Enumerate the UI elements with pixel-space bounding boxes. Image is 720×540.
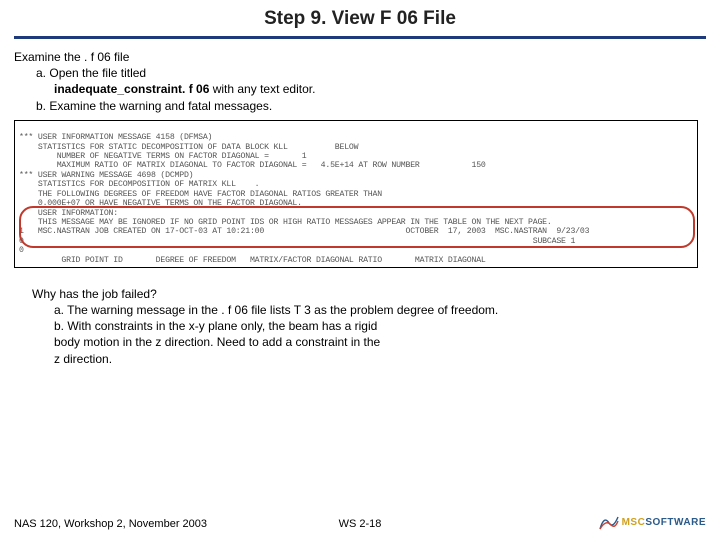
f06-l12: 0 SUBCASE 1 <box>19 237 575 246</box>
q1-a-file: inadequate_constraint. f 06 <box>54 82 209 96</box>
f06-l1: *** USER INFORMATION MESSAGE 4158 (DFMSA… <box>19 133 212 142</box>
f06-l13: 0 <box>19 246 24 255</box>
q2-b-text: With constraints in the x-y plane only, … <box>54 319 380 365</box>
f06-l9: USER INFORMATION: <box>19 209 118 218</box>
q1-a-text: Open the file titled <box>49 66 146 80</box>
q1-intro: Examine the . f 06 file <box>14 49 706 65</box>
q2-b-label: b. <box>54 319 64 333</box>
q1-b: b. Examine the warning and fatal message… <box>36 98 706 114</box>
body: Examine the . f 06 file a. Open the file… <box>0 49 720 367</box>
logo-text-a: MSC <box>622 517 646 528</box>
title-rule <box>14 36 706 39</box>
q2-a-label: a. <box>54 303 64 317</box>
f06-listing: *** USER INFORMATION MESSAGE 4158 (DFMSA… <box>14 120 698 268</box>
f06-l14: GRID POINT ID DEGREE OF FREEDOM MATRIX/F… <box>19 256 486 265</box>
q1-a-label: a. <box>36 66 46 80</box>
q1-b-text: Examine the warning and fatal messages. <box>49 99 272 113</box>
f06-l10: THIS MESSAGE MAY BE IGNORED IF NO GRID P… <box>19 218 552 227</box>
f06-l2: STATISTICS FOR STATIC DECOMPOSITION OF D… <box>19 143 358 152</box>
f06-l5: *** USER WARNING MESSAGE 4698 (DCMPD) <box>19 171 193 180</box>
page-title: Step 9. View F 06 File <box>0 0 720 36</box>
f06-l7: THE FOLLOWING DEGREES OF FREEDOM HAVE FA… <box>19 190 382 199</box>
q2-a: a. The warning message in the . f 06 fil… <box>54 302 706 318</box>
q2-intro: Why has the job failed? <box>32 286 706 302</box>
q1-a-body: inadequate_constraint. f 06 with any tex… <box>54 81 706 97</box>
f06-l3: NUMBER OF NEGATIVE TERMS ON FACTOR DIAGO… <box>19 152 307 161</box>
footer-logo: MSCSOFTWARE <box>598 513 706 534</box>
f06-l8: 0.000E+07 OR HAVE NEGATIVE TERMS ON THE … <box>19 199 302 208</box>
logo-text-b: SOFTWARE <box>645 517 706 528</box>
f06-l11: 1 MSC.NASTRAN JOB CREATED ON 17-OCT-03 A… <box>19 227 589 236</box>
q1-a-tail: with any text editor. <box>209 82 315 96</box>
f06-l4: MAXIMUM RATIO OF MATRIX DIAGONAL TO FACT… <box>19 161 486 170</box>
q2-a-text: The warning message in the . f 06 file l… <box>67 303 498 317</box>
q1-b-label: b. <box>36 99 46 113</box>
f06-l6: STATISTICS FOR DECOMPOSITION OF MATRIX K… <box>19 180 259 189</box>
q2-b: b. With constraints in the x-y plane onl… <box>54 318 384 367</box>
logo-icon <box>598 513 620 531</box>
q1-a: a. Open the file titled <box>36 65 706 81</box>
